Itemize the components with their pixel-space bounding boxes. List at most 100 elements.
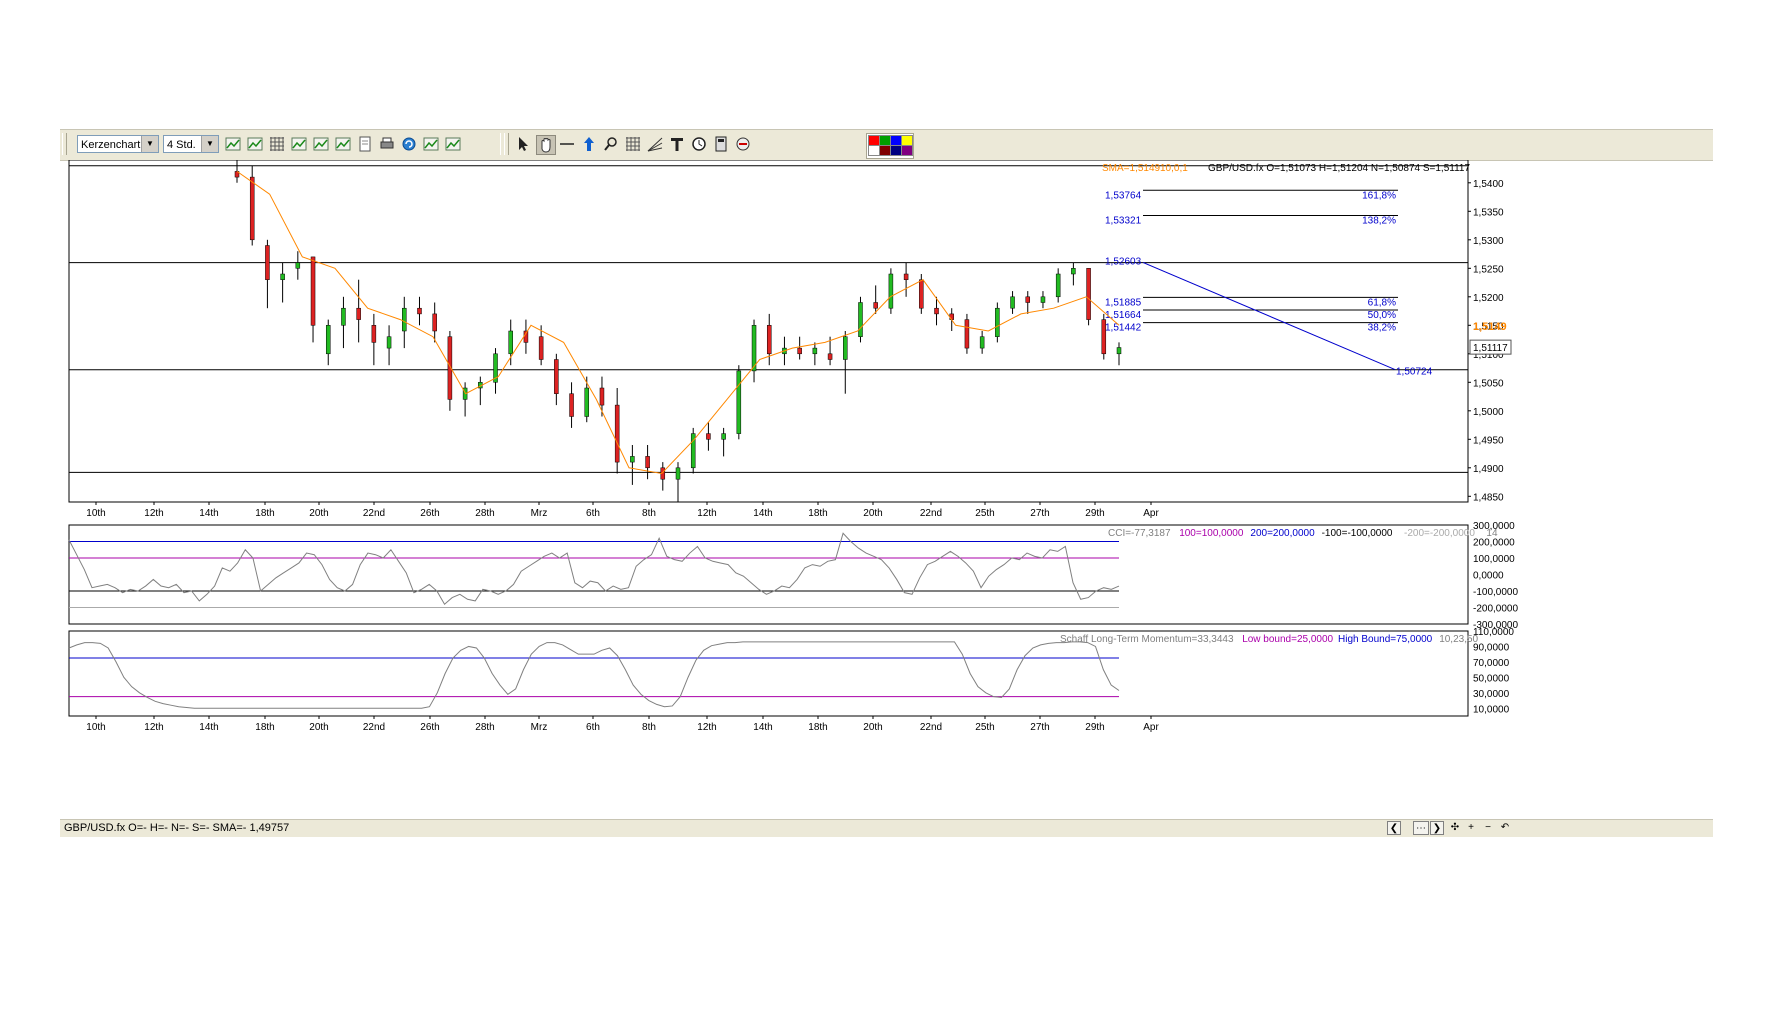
grid-icon[interactable] (268, 135, 288, 155)
x-tick-label-bottom: 22nd (363, 722, 385, 733)
candle[interactable] (554, 359, 559, 394)
toolbar-grip[interactable] (62, 133, 67, 155)
candle[interactable] (888, 273, 894, 309)
document-icon[interactable] (356, 135, 376, 155)
chart-canvas[interactable]: 1,53764 161,8% 1,53321 138,2% 1,52603 1,51885… (60, 159, 1713, 819)
candle[interactable] (1055, 273, 1061, 298)
candle[interactable] (827, 353, 833, 360)
color-swatch[interactable] (890, 135, 902, 146)
candle[interactable] (356, 307, 361, 320)
candle[interactable] (614, 404, 620, 463)
candle[interactable] (508, 330, 513, 355)
color-palette[interactable] (866, 133, 914, 159)
scrollbar-thumb[interactable]: ⋯ (1413, 821, 1429, 835)
candle[interactable] (325, 325, 331, 355)
candle[interactable] (736, 370, 742, 434)
candle[interactable] (721, 433, 726, 440)
color-swatch[interactable] (868, 135, 880, 146)
candle[interactable] (812, 347, 818, 355)
candle[interactable] (1040, 296, 1046, 303)
color-swatch[interactable] (868, 145, 880, 156)
export-icon[interactable] (444, 135, 464, 155)
candle[interactable] (964, 319, 970, 349)
zoom-icon[interactable] (602, 135, 622, 155)
x-tick-label-bottom: 18th (808, 722, 827, 733)
candle[interactable] (1101, 319, 1107, 355)
trend-up-icon[interactable] (312, 135, 332, 155)
clock-icon[interactable] (690, 135, 710, 155)
candle[interactable] (1025, 296, 1031, 303)
candle[interactable] (599, 387, 605, 406)
zoom-chart-icon[interactable] (422, 135, 442, 155)
x-tick-label-bottom: Apr (1143, 722, 1159, 733)
candle[interactable] (1010, 296, 1015, 309)
indicator-icon[interactable] (224, 135, 244, 155)
eraser-icon[interactable] (734, 135, 754, 155)
grid-lines-icon[interactable] (624, 135, 644, 155)
scroll-right-button[interactable]: ❯ (1430, 821, 1444, 835)
color-swatch[interactable] (890, 145, 902, 156)
candle[interactable] (432, 313, 437, 332)
pointer-icon[interactable] (514, 135, 534, 155)
refresh-icon[interactable] (400, 135, 420, 155)
candle[interactable] (843, 336, 848, 360)
color-swatch[interactable] (901, 145, 913, 156)
candle[interactable] (1116, 347, 1122, 355)
candle[interactable] (706, 433, 711, 440)
x-tick-label-bottom: 14th (199, 722, 218, 733)
timeframe-select[interactable]: 4 Std. ▼ (163, 135, 219, 153)
candle[interactable] (265, 245, 270, 280)
chart-type-select[interactable]: Kerzenchart ▼ (77, 135, 159, 153)
candle[interactable] (1071, 268, 1076, 275)
candle[interactable] (310, 256, 316, 326)
text-tool-icon[interactable] (668, 135, 688, 155)
color-swatch[interactable] (879, 135, 891, 146)
move-icon[interactable]: ✣ (1449, 821, 1461, 835)
candle[interactable] (295, 262, 301, 269)
candle[interactable] (1086, 268, 1091, 320)
candle[interactable] (280, 273, 285, 280)
add-indicator-icon[interactable] (290, 135, 310, 155)
candle[interactable] (934, 307, 939, 315)
candle[interactable] (919, 279, 924, 309)
scroll-left-button[interactable]: ❮ (1387, 821, 1401, 835)
chevron-down-icon[interactable]: ▼ (141, 136, 158, 152)
candle[interactable] (417, 307, 422, 315)
zoom-in-icon[interactable]: + (1465, 821, 1477, 835)
color-swatch[interactable] (879, 145, 891, 156)
candle[interactable] (858, 302, 863, 337)
candle[interactable] (371, 325, 377, 343)
candle[interactable] (341, 307, 346, 326)
horizontal-line-icon[interactable] (558, 135, 578, 155)
print-icon[interactable] (378, 135, 398, 155)
candle[interactable] (584, 387, 590, 417)
candle[interactable] (797, 347, 802, 355)
candle[interactable] (645, 456, 650, 469)
arrow-up-icon[interactable] (580, 135, 600, 155)
candle[interactable] (979, 336, 985, 349)
candle[interactable] (949, 313, 954, 320)
hand-pan-icon[interactable] (536, 135, 556, 155)
candle[interactable] (675, 467, 681, 480)
candle[interactable] (873, 302, 878, 309)
chart-template-icon[interactable] (334, 135, 354, 155)
candle[interactable] (249, 176, 255, 241)
color-swatch[interactable] (901, 135, 913, 146)
candle[interactable] (402, 307, 407, 332)
candle[interactable] (903, 273, 909, 280)
chart-area[interactable]: 1,53764 161,8% 1,53321 138,2% 1,52603 1,51885… (60, 159, 1713, 824)
calculator-icon[interactable] (712, 135, 732, 155)
cci-panel[interactable] (68, 524, 1469, 625)
candle[interactable] (538, 336, 544, 360)
toolbar-grip[interactable] (504, 133, 509, 155)
candle[interactable] (630, 456, 635, 463)
chevron-down-icon[interactable]: ▼ (201, 136, 218, 152)
settings-gear-icon[interactable] (246, 135, 266, 155)
zoom-out-icon[interactable]: − (1482, 821, 1494, 835)
undo-icon[interactable]: ↶ (1498, 821, 1512, 835)
candle[interactable] (386, 336, 392, 349)
candle[interactable] (995, 307, 1000, 337)
fibonacci-fan-icon[interactable] (646, 135, 666, 155)
candle[interactable] (569, 393, 574, 417)
candle[interactable] (766, 325, 772, 355)
